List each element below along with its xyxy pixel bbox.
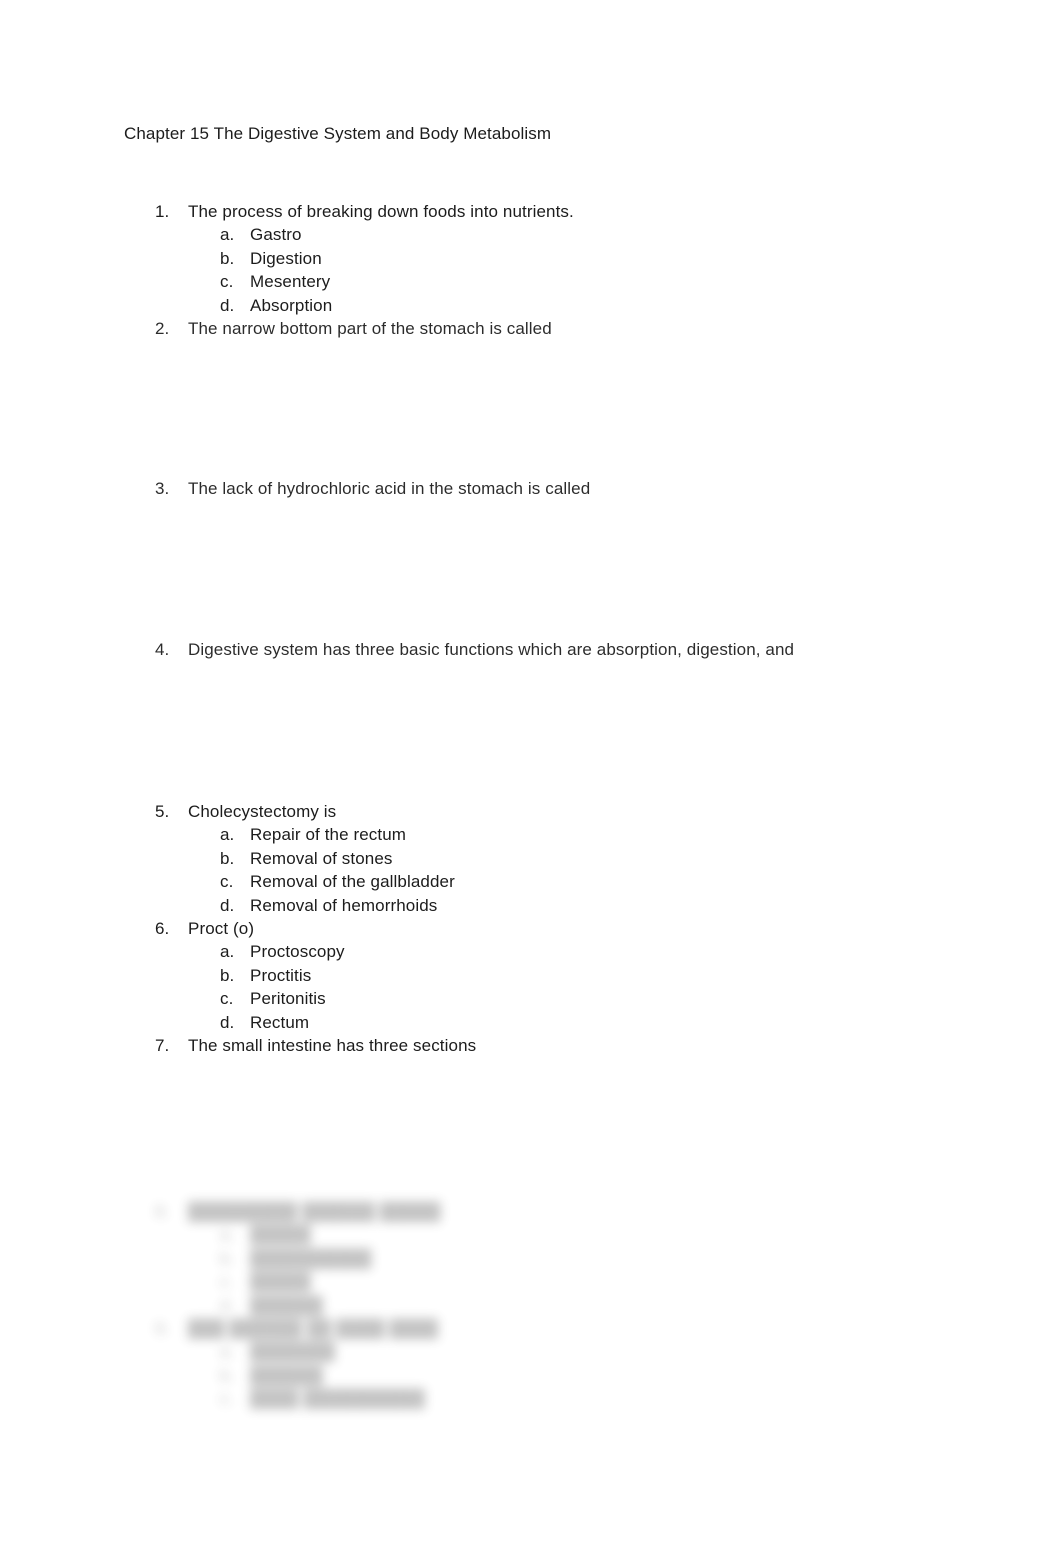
redacted-question-line-8: 8. █████████ ██████ █████ — [124, 1200, 744, 1223]
redacted-option-8c: c. █████ — [124, 1270, 744, 1293]
question-text-7: The small intestine has three sections — [188, 1036, 477, 1056]
redacted-option-text-9a: ███████ — [250, 1342, 336, 1362]
option-letter-1c: c. — [220, 272, 234, 292]
option-1c[interactable]: c. Mesentery — [124, 270, 984, 293]
option-letter-1b: b. — [220, 248, 235, 268]
question-block-5: 5. Cholecystectomy is a. Repair of the r… — [124, 800, 984, 1057]
option-letter-5b: b. — [220, 848, 235, 868]
redacted-question-line-9: 9. ███ ██████ ██ ████ ████ — [124, 1317, 744, 1340]
page-title: Chapter 15 The Digestive System and Body… — [124, 124, 552, 143]
question-line-2: 2. The narrow bottom part of the stomach… — [124, 317, 984, 340]
option-text-5b: Removal of stones — [250, 848, 393, 868]
redacted-option-9a: a. ███████ — [124, 1340, 744, 1363]
question-number-1: 1. — [155, 202, 170, 221]
option-6c[interactable]: c. Peritonitis — [124, 987, 984, 1010]
redacted-option-text-8c: █████ — [250, 1272, 311, 1292]
redacted-option-letter-8b: b. — [220, 1248, 235, 1268]
option-text-6b: Proctitis — [250, 965, 312, 985]
option-1b[interactable]: b. Digestion — [124, 247, 984, 270]
option-letter-5d: d. — [220, 895, 235, 915]
option-letter-5c: c. — [220, 872, 234, 892]
question-number-4: 4. — [155, 640, 170, 659]
option-letter-1a: a. — [220, 225, 235, 245]
option-text-6c: Peritonitis — [250, 989, 326, 1009]
option-text-5d: Removal of hemorrhoids — [250, 895, 438, 915]
option-6a[interactable]: a. Proctoscopy — [124, 940, 984, 963]
option-text-1c: Mesentery — [250, 272, 331, 292]
redacted-option-letter-9c: c. — [220, 1389, 234, 1409]
redacted-option-text-8d: ██████ — [250, 1295, 323, 1315]
redacted-question-text-8: █████████ ██████ █████ — [188, 1202, 441, 1221]
document-page: Chapter 15 The Digestive System and Body… — [0, 0, 1062, 1556]
option-1a[interactable]: a. Gastro — [124, 223, 984, 246]
option-1d[interactable]: d. Absorption — [124, 294, 984, 317]
option-letter-6c: c. — [220, 989, 234, 1009]
option-letter-6d: d. — [220, 1012, 235, 1032]
option-letter-1d: d. — [220, 295, 235, 315]
redacted-question-block: 8. █████████ ██████ █████ a. █████ b. ██… — [124, 1200, 744, 1411]
option-text-6a: Proctoscopy — [250, 942, 345, 962]
question-number-3: 3. — [155, 479, 170, 498]
redacted-option-text-9b: ██████ — [250, 1365, 323, 1385]
question-block-4: 4. Digestive system has three basic func… — [124, 638, 984, 661]
option-letter-5a: a. — [220, 825, 235, 845]
option-letter-6a: a. — [220, 942, 235, 962]
option-text-1a: Gastro — [250, 225, 302, 245]
question-line-5: 5. Cholecystectomy is — [124, 800, 984, 823]
redacted-question-number-9: 9. — [155, 1319, 170, 1339]
option-6d[interactable]: d. Rectum — [124, 1011, 984, 1034]
question-number-5: 5. — [155, 802, 170, 821]
option-text-5a: Repair of the rectum — [250, 825, 407, 845]
question-number-2: 2. — [155, 319, 170, 339]
redacted-option-8d: d. ██████ — [124, 1294, 744, 1317]
question-text-3: The lack of hydrochloric acid in the sto… — [188, 479, 591, 498]
redacted-option-letter-9b: b. — [220, 1365, 235, 1385]
option-5d[interactable]: d. Removal of hemorrhoids — [124, 894, 984, 917]
question-line-1: 1. The process of breaking down foods in… — [124, 200, 984, 223]
redacted-option-letter-8c: c. — [220, 1272, 234, 1292]
option-6b[interactable]: b. Proctitis — [124, 964, 984, 987]
option-5a[interactable]: a. Repair of the rectum — [124, 823, 984, 846]
redacted-option-letter-9a: a. — [220, 1342, 235, 1362]
redacted-option-letter-8a: a. — [220, 1225, 235, 1245]
option-text-1b: Digestion — [250, 248, 322, 268]
redacted-option-letter-8d: d. — [220, 1295, 235, 1315]
option-text-6d: Rectum — [250, 1012, 310, 1032]
question-number-7: 7. — [155, 1036, 170, 1056]
redacted-option-9b: b. ██████ — [124, 1364, 744, 1387]
option-letter-6b: b. — [220, 965, 235, 985]
question-block-3: 3. The lack of hydrochloric acid in the … — [124, 477, 984, 500]
question-text-6: Proct (o) — [188, 919, 255, 939]
question-line-6: 6. Proct (o) — [124, 917, 984, 940]
question-line-3: 3. The lack of hydrochloric acid in the … — [124, 477, 984, 500]
question-line-4: 4. Digestive system has three basic func… — [124, 638, 984, 661]
option-5b[interactable]: b. Removal of stones — [124, 847, 984, 870]
redacted-option-8a: a. █████ — [124, 1223, 744, 1246]
redacted-question-text-9: ███ ██████ ██ ████ ████ — [188, 1319, 439, 1339]
redacted-option-8b: b. ██████████ — [124, 1247, 744, 1270]
question-text-4: Digestive system has three basic functio… — [188, 640, 795, 659]
question-number-6: 6. — [155, 919, 170, 939]
option-text-1d: Absorption — [250, 295, 333, 315]
question-block-1: 1. The process of breaking down foods in… — [124, 200, 984, 340]
redacted-option-text-8b: ██████████ — [250, 1248, 372, 1268]
redacted-question-number-8: 8. — [155, 1202, 170, 1221]
question-text-1: The process of breaking down foods into … — [188, 202, 574, 221]
question-text-5: Cholecystectomy is — [188, 802, 337, 821]
question-text-2: The narrow bottom part of the stomach is… — [188, 319, 552, 339]
redacted-option-9c: c. ████ ██████████ — [124, 1387, 744, 1410]
redacted-option-text-8a: █████ — [250, 1225, 311, 1245]
option-text-5c: Removal of the gallbladder — [250, 872, 455, 892]
redacted-option-text-9c: ████ ██████████ — [250, 1389, 425, 1409]
question-line-7: 7. The small intestine has three section… — [124, 1034, 984, 1057]
option-5c[interactable]: c. Removal of the gallbladder — [124, 870, 984, 893]
